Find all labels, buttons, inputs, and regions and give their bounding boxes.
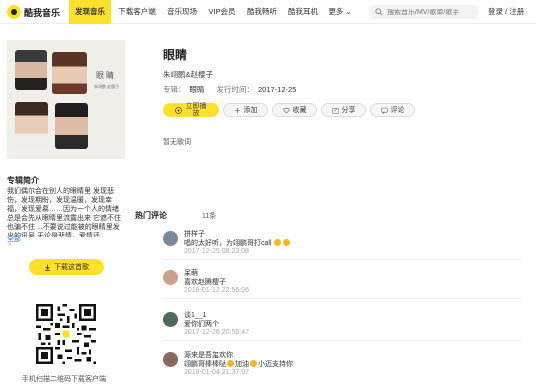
cover-photo-2 — [52, 52, 87, 94]
cover-subtitle: 朱翊鹏 赵樱子 — [94, 84, 120, 89]
avatar[interactable] — [163, 352, 178, 367]
emoji-icon — [227, 360, 234, 367]
cover-photo-1 — [15, 50, 47, 90]
emoji-icon — [250, 360, 257, 367]
album-link[interactable]: 眼睛 — [190, 85, 205, 94]
login-register-link[interactable]: 登录 / 注册 — [488, 0, 524, 24]
share-icon — [331, 107, 339, 114]
song-artist[interactable]: 朱翊鹏&赵樱子 — [163, 69, 213, 80]
play-icon — [175, 106, 182, 114]
search-input[interactable] — [387, 8, 475, 16]
song-title: 眼睛 — [163, 48, 188, 62]
divider — [163, 340, 523, 341]
hot-comments-count: 11条 — [202, 213, 217, 220]
play-now-button[interactable]: 立即播放 — [163, 103, 219, 117]
release-date: 2017-12-25 — [258, 85, 297, 94]
favorite-label: 收藏 — [292, 107, 307, 114]
comment-text-3: 小迈支持你 — [258, 361, 293, 368]
chevron-right-icon[interactable]: > — [8, 242, 12, 248]
divider — [163, 259, 523, 260]
comment-text: 爱你们两个 — [184, 321, 219, 328]
plus-icon — [234, 107, 240, 113]
nav-discover-music[interactable]: 发现音乐 — [69, 0, 111, 24]
search-icon — [375, 8, 383, 16]
nav-kuwo-listen[interactable]: 酷我畅听 — [244, 0, 280, 24]
heart-icon — [282, 107, 290, 113]
comment-time: 2017-12-25 08:23:08 — [184, 248, 249, 255]
comment-text: 唱的太好听，为翊鹏哥打call — [184, 240, 272, 247]
nav-download-client[interactable]: 下载客户端 — [115, 0, 159, 24]
comment-button[interactable]: 评论 — [370, 103, 415, 117]
comment-text-2: 加油 — [235, 361, 249, 368]
add-button[interactable]: 添加 — [223, 103, 268, 117]
comment-icon — [380, 107, 388, 114]
play-now-label: 立即播放 — [185, 103, 207, 117]
avatar[interactable] — [163, 231, 178, 246]
cover-title: 眼睛 — [96, 71, 116, 80]
kuwo-logo-icon — [7, 5, 21, 19]
no-lyrics-text: 暂无歌词 — [163, 139, 191, 146]
avatar[interactable] — [163, 270, 178, 285]
qr-code — [34, 302, 98, 366]
album-intro-heading: 专辑简介 — [7, 176, 39, 185]
comment-time: 2018-01-12 22:56:06 — [184, 287, 249, 294]
share-button[interactable]: 分享 — [321, 103, 366, 117]
hot-comments-heading: 热门评论 — [135, 211, 167, 220]
comment-text-wrap: 唱的太好听，为翊鹏哥打call — [184, 238, 291, 248]
divider — [163, 298, 523, 299]
cover-photo-4 — [55, 103, 88, 149]
comment-text-wrap: 翊鹏哥棒棒哒 加油 小迈支持你 — [184, 359, 293, 369]
nav-kuwo-earphone[interactable]: 酷我耳机 — [285, 0, 321, 24]
logo[interactable]: 酷我音乐 — [7, 4, 60, 20]
album-cover: 眼睛 朱翊鹏 赵樱子 — [7, 40, 125, 159]
qr-caption: 手机扫描二维码下载客户端 — [22, 376, 106, 383]
album-intro-text: 我们偶尔会在别人的眼睛里 发现悲伤，发现期盼，发现温暖，发现幸福，发现爱慕……因… — [7, 188, 121, 237]
cover-photo-3 — [15, 102, 48, 147]
album-label: 专辑： — [163, 85, 186, 94]
emoji-icon — [283, 239, 291, 246]
download-song-button[interactable]: 下载这首歌 — [29, 259, 104, 275]
brand-name: 酷我音乐 — [24, 7, 61, 18]
release-label: 发行时间： — [216, 85, 255, 94]
comment-text: 翊鹏哥棒棒哒 — [184, 361, 226, 368]
favorite-button[interactable]: 收藏 — [272, 103, 317, 117]
nav-music-live[interactable]: 音乐现场 — [164, 0, 200, 24]
download-icon — [45, 264, 50, 271]
top-nav: 酷我音乐 发现音乐 下载客户端 音乐现场 VIP会员 酷我畅听 酷我耳机 更多 … — [0, 0, 536, 24]
song-meta: 专辑： 眼睛 发行时间： 2017-12-25 — [163, 84, 296, 95]
comment-text: 喜欢赵腾樱子 — [184, 279, 226, 286]
comment-time: 2018-01-04 21:37:07 — [184, 369, 249, 376]
download-song-label: 下载这首歌 — [54, 264, 89, 271]
comment-time: 2017-12-26 20:55:47 — [184, 329, 249, 336]
emoji-icon — [274, 239, 282, 246]
avatar[interactable] — [163, 312, 178, 327]
share-label: 分享 — [341, 107, 356, 114]
search-box[interactable] — [369, 5, 479, 19]
add-label: 添加 — [243, 107, 258, 114]
nav-more[interactable]: 更多 ⌄ — [326, 0, 354, 24]
comment-label: 评论 — [390, 107, 405, 114]
nav-vip[interactable]: VIP会员 — [205, 0, 239, 24]
